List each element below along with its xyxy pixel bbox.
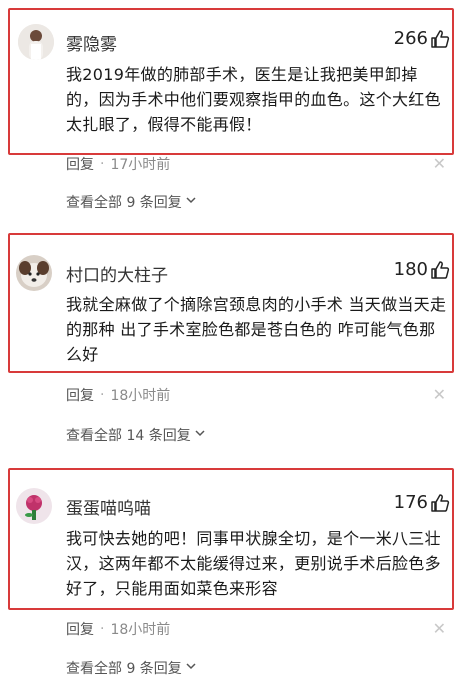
chevron-down-icon [185,660,197,676]
close-icon[interactable]: ✕ [433,387,446,403]
like-count: 176 [393,492,428,513]
view-all-label: 查看全部 9 条回复 [66,661,182,677]
comment-text: 我2019年做的肺部手术，医生是让我把美甲卸掉的，因为手术中他们要观察指甲的血色… [66,65,441,134]
thumbs-up-icon [430,29,450,49]
view-all-replies-link[interactable]: 查看全部 9 条回复 [66,192,197,212]
username[interactable]: 蛋蛋喵呜喵 [66,494,151,519]
avatar[interactable] [16,488,52,524]
close-icon[interactable]: ✕ [433,156,446,172]
timestamp: 18小时前 [110,388,171,404]
comment-item: 村口的大柱子 180 我就全麻做了个摘除宫颈息肉的小手术 当天做当天走的那种 出… [0,225,472,450]
chevron-down-icon [194,427,206,443]
like-count: 180 [393,259,428,280]
username[interactable]: 雾隐雾 [66,30,117,55]
thumbs-up-icon [430,493,450,513]
like-count: 266 [393,28,428,49]
username[interactable]: 村口的大柱子 [66,261,168,286]
reply-button[interactable]: 回复 [66,385,94,405]
view-all-replies-link[interactable]: 查看全部 14 条回复 [66,425,206,445]
comment-text: 我就全麻做了个摘除宫颈息肉的小手术 当天做当天走的那种 出了手术室脸色都是苍白色… [66,295,447,364]
close-icon[interactable]: ✕ [433,621,446,637]
reply-button[interactable]: 回复 [66,154,94,174]
reply-button[interactable]: 回复 [66,619,94,639]
chevron-down-icon [185,194,197,210]
timestamp: 17小时前 [110,157,171,173]
thumbs-up-icon [430,260,450,280]
comment-meta: 回复 · 18小时前 [66,619,170,639]
separator-dot: · [100,156,105,172]
comment-item: 蛋蛋喵呜喵 176 我可快去她的吧！同事甲状腺全切，是个一米八三壮汉，这两年都不… [0,460,472,688]
separator-dot: · [100,621,105,637]
like-button[interactable]: 176 [394,492,450,513]
like-button[interactable]: 180 [394,259,450,280]
avatar[interactable] [16,255,52,291]
view-all-label: 查看全部 9 条回复 [66,195,182,211]
like-button[interactable]: 266 [394,28,450,49]
view-all-replies-link[interactable]: 查看全部 9 条回复 [66,658,197,678]
view-all-label: 查看全部 14 条回复 [66,428,191,444]
comment-item: 雾隐雾 266 我2019年做的肺部手术，医生是让我把美甲卸掉的，因为手术中他们… [0,0,472,215]
comment-text: 我可快去她的吧！同事甲状腺全切，是个一米八三壮汉，这两年都不太能缓得过来，更别说… [66,529,441,598]
comment-meta: 回复 · 17小时前 [66,154,170,174]
avatar[interactable] [18,24,54,60]
separator-dot: · [100,387,105,403]
timestamp: 18小时前 [110,622,171,638]
comment-meta: 回复 · 18小时前 [66,385,170,405]
